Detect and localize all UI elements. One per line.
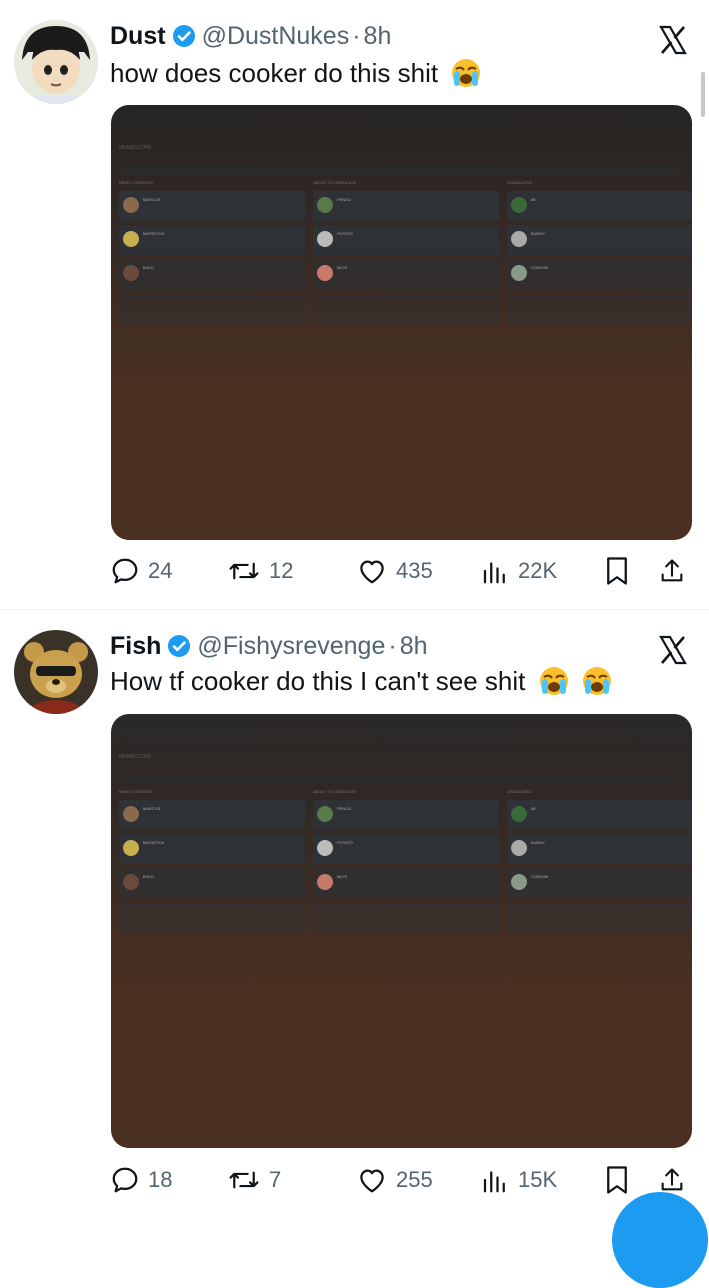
like-button[interactable]: 255 [356,1163,433,1197]
svg-text:POTATO: POTATO [337,231,353,236]
tweet-text-body: how does cooker do this shit [110,58,439,88]
svg-text:BHLD: BHLD [143,874,154,879]
bookmark-icon [607,557,627,585]
svg-text:MICR: MICR [337,874,347,879]
x-logo-icon[interactable] [657,634,689,666]
tweet-media-image[interactable]: MEMESCOPE NEWLY CREATED ABOUT TO GRADUAT… [111,105,692,540]
loudly-crying-face-icon [539,666,569,703]
separator: · [388,631,397,660]
bookmark-button[interactable] [604,554,638,588]
display-name[interactable]: Dust [110,22,166,51]
anime-character-avatar-icon [14,20,98,104]
view-count: 22K [518,558,558,583]
views-icon [483,562,505,584]
media-column-1: NEWLY CREATED [119,180,153,185]
reply-count: 18 [148,1167,173,1192]
tweet-media-image[interactable]: MEMESCOPE NEWLY CREATED ABOUT TO GRADUAT… [111,714,692,1148]
reply-button[interactable]: 18 [110,1163,172,1197]
repost-button[interactable]: 12 [227,554,293,588]
svg-text:COINSIM: COINSIM [531,265,548,270]
bookmark-button[interactable] [604,1163,638,1197]
tweet-2[interactable]: Fish @Fishysrevenge · 8h How tf cooker d… [0,610,709,1288]
verified-badge-icon [168,635,191,657]
timestamp[interactable]: 8h [364,22,392,51]
repost-count: 7 [269,1167,282,1192]
repost-icon [229,562,259,580]
svg-text:MICROTOK: MICROTOK [143,840,165,845]
media-app-title: MEMESCOPE [119,754,152,760]
svg-text:COINSIM: COINSIM [531,874,548,879]
svg-text:MICR: MICR [337,265,347,270]
avatar[interactable] [14,630,98,714]
svg-text:BHLD: BHLD [143,265,154,270]
heart-icon [360,560,384,584]
share-icon [661,1168,683,1191]
repost-count: 12 [269,558,294,583]
memescope-screenshot: MEMESCOPE NEWLY CREATED ABOUT TO GRADUAT… [119,754,692,932]
svg-text:MARCUS: MARCUS [143,806,161,811]
reply-icon [112,1167,138,1193]
timestamp[interactable]: 8h [400,632,428,661]
tweet-text-body: How tf cooker do this I can't see shit [110,666,526,696]
media-column-3: GRADUATED [507,789,532,794]
scrollbar[interactable] [701,72,705,117]
handle[interactable]: @Fishysrevenge [197,632,385,661]
like-count: 255 [396,1167,433,1192]
display-name[interactable]: Fish [110,632,161,661]
repost-button[interactable]: 7 [227,1163,281,1197]
svg-text:BUNNY: BUNNY [531,840,545,845]
svg-text:MARCUS: MARCUS [143,197,161,202]
views-icon [483,1171,505,1193]
heart-icon [360,1169,384,1193]
svg-text:BUNNY: BUNNY [531,231,545,236]
avatar[interactable] [14,20,98,104]
tweet-text: how does cooker do this shit [110,58,481,95]
reply-icon [112,558,138,584]
tweet-1[interactable]: Dust @DustNukes · 8h how does cooker do … [0,0,709,605]
bear-character-avatar-icon [14,630,98,714]
handle[interactable]: @DustNukes [202,22,350,51]
memescope-screenshot: MEMESCOPE NEWLY CREATED ABOUT TO GRADUAT… [119,145,692,323]
svg-text:88: 88 [531,197,536,202]
media-column-2: ABOUT TO GRADUATE [313,180,357,185]
loudly-crying-face-icon [582,666,612,703]
svg-text:MICROTOK: MICROTOK [143,231,165,236]
like-count: 435 [396,558,433,583]
svg-text:POTATO: POTATO [337,840,353,845]
svg-text:88: 88 [531,806,536,811]
reply-count: 24 [148,558,173,583]
tweet-header: Dust @DustNukes · 8h [110,19,391,53]
share-button[interactable] [658,554,694,588]
verified-badge-icon [172,25,195,47]
compose-fab-button[interactable] [612,1192,708,1288]
media-column-3: GRADUATED [507,180,532,185]
tweet-actions: 18 7 255 15K [110,1163,690,1197]
tweet-actions: 24 12 435 22K [110,554,690,588]
separator: · [352,21,361,50]
media-column-1: NEWLY CREATED [119,789,153,794]
media-column-2: ABOUT TO GRADUATE [313,789,357,794]
tweet-text: How tf cooker do this I can't see shit [110,666,612,703]
view-count: 15K [518,1167,558,1192]
media-app-title: MEMESCOPE [119,145,152,151]
like-button[interactable]: 435 [356,554,433,588]
share-icon [661,559,683,582]
svg-text:PENGU: PENGU [337,197,351,202]
views-button[interactable]: 22K [480,554,557,588]
tweet-header: Fish @Fishysrevenge · 8h [110,629,428,663]
bookmark-icon [607,1166,627,1194]
repost-icon [229,1171,259,1189]
reply-button[interactable]: 24 [110,554,172,588]
x-logo-icon[interactable] [657,24,689,56]
loudly-crying-face-icon [451,58,481,95]
views-button[interactable]: 15K [480,1163,557,1197]
svg-text:PENGU: PENGU [337,806,351,811]
